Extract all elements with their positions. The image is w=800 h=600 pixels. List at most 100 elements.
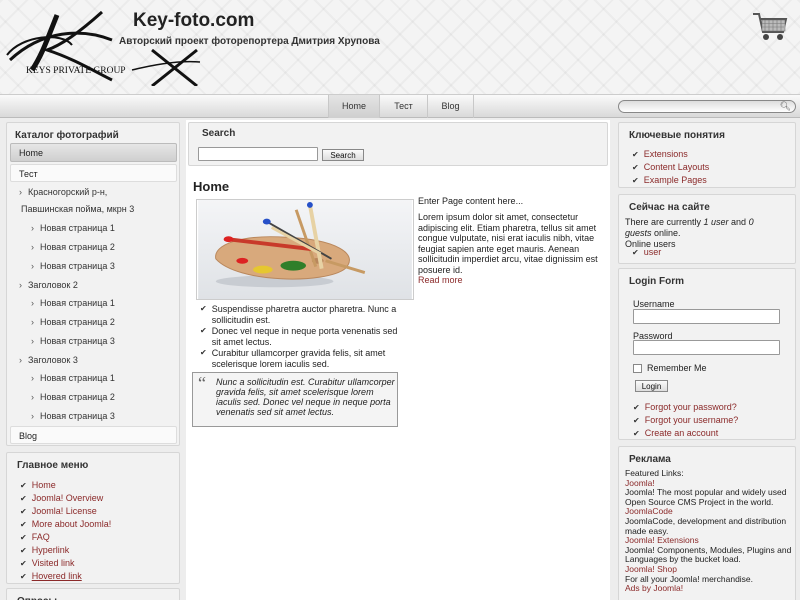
article-list: ✔ Suspendisse pharetra auctor pharetra. N… — [200, 304, 400, 369]
ad-link[interactable]: Ads by Joomla! — [625, 584, 793, 594]
ad-text: Joomla! The most popular and widely used… — [625, 487, 787, 507]
list-item: ✔ Donec vel neque in neque porta venenati… — [200, 326, 398, 347]
check-icon: ✔ — [20, 520, 27, 529]
create-account-link[interactable]: ✔ Create an account — [633, 427, 738, 440]
quote-icon: “ — [198, 373, 206, 393]
read-more-link[interactable]: Read more — [418, 275, 463, 285]
list-item: ✔ Suspendisse pharetra auctor pharetra. N… — [200, 304, 397, 325]
check-icon: ✔ — [20, 559, 27, 568]
catalog-module: Каталог фотографий Home Тест › Красногорс… — [6, 122, 180, 446]
menu-link-overview[interactable]: ✔ Joomla! Overview — [20, 492, 111, 505]
svg-text:KEYS PRIVATE GROUP: KEYS PRIVATE GROUP — [26, 66, 126, 76]
catalog-item-label: Blog — [19, 431, 38, 441]
catalog-subitem[interactable]: › Новая страница 3 — [31, 411, 115, 421]
catalog-item-krasnogorsk-line2[interactable]: Павшинская пойма, мкрн 3 — [21, 204, 134, 214]
ads-title: Реклама — [629, 454, 671, 465]
catalog-subitem[interactable]: › Новая страница 3 — [31, 261, 115, 271]
article-title: Home — [193, 179, 230, 194]
menu-link-visited[interactable]: ✔ Visited link — [20, 557, 111, 570]
check-icon: ✔ — [20, 481, 27, 490]
check-icon: ✔ — [633, 416, 640, 425]
chevron-right-icon: › — [31, 373, 34, 383]
catalog-subitem[interactable]: › Новая страница 1 — [31, 298, 115, 308]
chevron-right-icon: › — [19, 355, 22, 365]
check-icon: ✔ — [200, 348, 207, 357]
keyword-link[interactable]: ✔ Example Pages — [632, 174, 709, 187]
catalog-subitem[interactable]: › Новая страница 2 — [31, 392, 115, 402]
search-module: Search Search — [188, 122, 608, 166]
username-field[interactable] — [633, 309, 780, 324]
tab-home[interactable]: Home — [328, 95, 380, 118]
check-icon: ✔ — [200, 326, 207, 335]
main-menu-title: Главное меню — [17, 460, 89, 471]
check-icon: ✔ — [20, 546, 27, 555]
site-slogan: Авторский проект фоторепортера Дмитрия Х… — [119, 36, 380, 47]
catalog-title: Каталог фотографий — [15, 130, 119, 141]
tab-test[interactable]: Тест — [380, 95, 428, 118]
catalog-item-blog[interactable]: Blog — [10, 426, 177, 444]
keyword-link[interactable]: ✔ Content Layouts — [632, 161, 709, 174]
menu-link-license[interactable]: ✔ Joomla! License — [20, 505, 111, 518]
catalog-subitem[interactable]: › Новая страница 2 — [31, 242, 115, 252]
online-user[interactable]: ✔ user — [632, 247, 661, 257]
catalog-item-heading3[interactable]: › Заголовок 3 — [19, 355, 78, 365]
polls-module: Опросы — [6, 588, 180, 600]
quote-text: Nunc a sollicitudin est. Curabitur ullam… — [216, 377, 395, 417]
article-body: Lorem ipsum dolor sit amet, consectetur … — [418, 212, 598, 275]
search-input[interactable] — [198, 147, 318, 161]
catalog-item-krasnogorsk[interactable]: › Красногорский р-н, — [19, 187, 107, 197]
check-icon: ✔ — [633, 403, 640, 412]
shopping-cart-icon[interactable] — [751, 10, 789, 44]
site-title[interactable]: Key-foto.com — [133, 10, 254, 32]
blockquote: “ Nunc a sollicitudin est. Curabitur ull… — [192, 372, 398, 427]
menu-link-hyperlink[interactable]: ✔ Hyperlink — [20, 544, 111, 557]
password-field[interactable] — [633, 340, 780, 355]
catalog-item-test[interactable]: Тест — [10, 164, 177, 182]
catalog-subitem[interactable]: › Новая страница 3 — [31, 336, 115, 346]
login-title: Login Form — [629, 276, 684, 287]
remember-checkbox[interactable] — [633, 364, 642, 373]
keywords-module: Ключевые понятия ✔ Extensions ✔ Content La… — [618, 122, 796, 188]
forgot-password-link[interactable]: ✔ Forgot your password? — [633, 401, 738, 414]
article-intro: Enter Page content here... — [418, 196, 524, 206]
ads-list: Featured Links: Joomla! Joomla! The most… — [625, 468, 793, 594]
chevron-right-icon: › — [31, 298, 34, 308]
ad-text: JoomlaCode, development and distribution… — [625, 515, 787, 536]
chevron-right-icon: › — [19, 187, 22, 197]
catalog-subitem[interactable]: › Новая страница 1 — [31, 373, 115, 383]
check-icon: ✔ — [633, 429, 640, 438]
chevron-right-icon: › — [31, 317, 34, 327]
chevron-right-icon: › — [31, 336, 34, 346]
menu-link-home[interactable]: ✔ Home — [20, 479, 111, 492]
check-icon: ✔ — [632, 150, 639, 159]
menu-link-hovered[interactable]: ✔ Hovered link — [20, 570, 111, 583]
polls-title: Опросы — [7, 589, 179, 600]
main-menu-module: Главное меню ✔ Home ✔ Joomla! Overview ✔ Jo… — [6, 452, 180, 584]
menu-link-faq[interactable]: ✔ FAQ — [20, 531, 111, 544]
catalog-subitem[interactable]: › Новая страница 1 — [31, 223, 115, 233]
ads-module: Реклама Featured Links: Joomla! Joomla! … — [618, 446, 796, 600]
tab-blog[interactable]: Blog — [428, 95, 474, 118]
catalog-item-label: Home — [19, 148, 44, 158]
catalog-item-home[interactable]: Home — [10, 143, 177, 162]
check-icon: ✔ — [20, 494, 27, 503]
catalog-item-heading2[interactable]: › Заголовок 2 — [19, 280, 78, 290]
search-button[interactable]: Search — [322, 149, 364, 161]
menu-link-more[interactable]: ✔ More about Joomla! — [20, 518, 111, 531]
main-content: Search Search Home Enter Page content he… — [186, 120, 610, 600]
login-button[interactable]: Login — [635, 380, 668, 392]
chevron-right-icon: › — [31, 242, 34, 252]
search-icon[interactable]: 🔍︎ — [780, 101, 791, 112]
chevron-right-icon: › — [31, 223, 34, 233]
top-search-input[interactable]: 🔍︎ — [618, 100, 796, 113]
check-icon: ✔ — [200, 304, 207, 313]
check-icon: ✔ — [20, 572, 27, 581]
keyword-link[interactable]: ✔ Extensions — [632, 148, 709, 161]
catalog-subitem[interactable]: › Новая страница 2 — [31, 317, 115, 327]
forgot-username-link[interactable]: ✔ Forgot your username? — [633, 414, 738, 427]
palette-image — [196, 199, 414, 300]
login-module: Login Form Username Password Remember Me… — [618, 268, 796, 440]
chevron-right-icon: › — [31, 261, 34, 271]
search-title: Search — [202, 128, 236, 139]
check-icon: ✔ — [20, 533, 27, 542]
